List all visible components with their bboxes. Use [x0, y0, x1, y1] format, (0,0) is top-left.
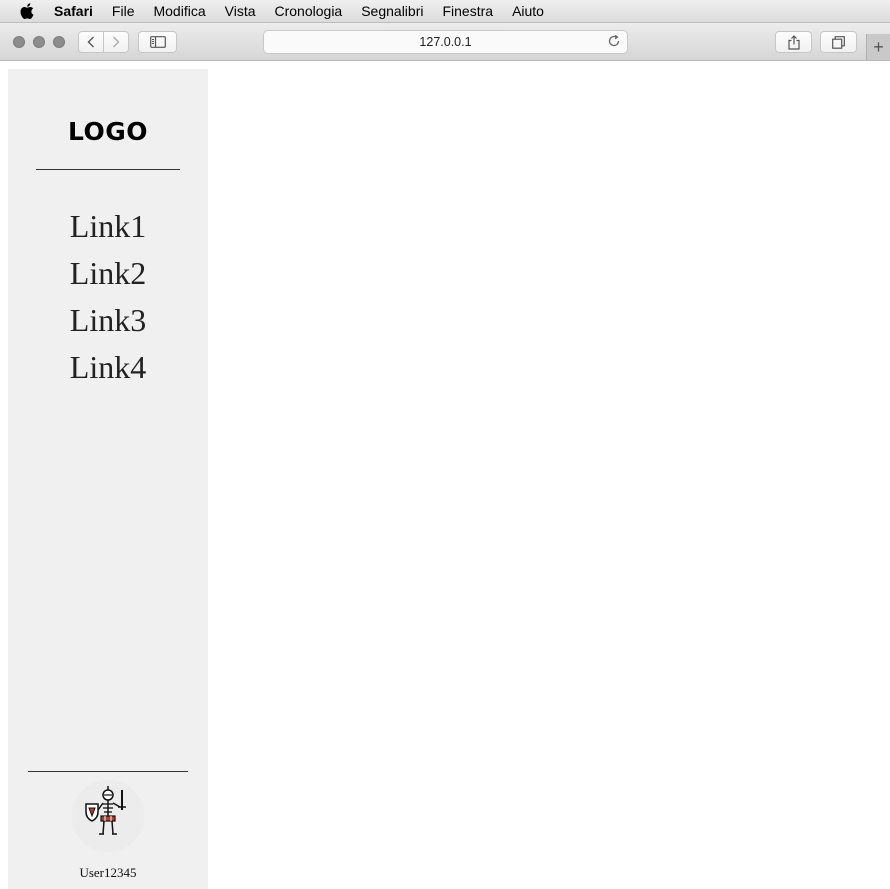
divider: [28, 771, 188, 772]
new-tab-button[interactable]: +: [866, 34, 890, 60]
reload-icon[interactable]: [607, 34, 621, 51]
minimize-window-button[interactable]: [33, 36, 45, 48]
username: User12345: [79, 865, 137, 880]
nav-links: Link1 Link2 Link3 Link4: [8, 203, 208, 391]
divider: [36, 169, 180, 170]
address-bar[interactable]: 127.0.0.1: [263, 30, 628, 54]
menu-app-name[interactable]: Safari: [54, 3, 93, 19]
menu-cronologia[interactable]: Cronologia: [275, 3, 343, 19]
share-icon: [787, 34, 800, 50]
chevron-right-icon: [113, 36, 120, 48]
chevron-left-icon: [87, 36, 94, 48]
plus-icon: +: [873, 36, 884, 57]
nav-link-3[interactable]: Link3: [8, 297, 208, 344]
sidebar: LOGO Link1 Link2 Link3 Link4 User12345: [8, 69, 208, 889]
nav-link-4[interactable]: Link4: [8, 344, 208, 391]
apple-icon[interactable]: [19, 3, 35, 19]
zoom-window-button[interactable]: [53, 36, 65, 48]
menu-segnalibri[interactable]: Segnalibri: [361, 3, 423, 19]
menu-bar: Safari File Modifica Vista Cronologia Se…: [0, 0, 890, 23]
close-window-button[interactable]: [13, 36, 25, 48]
menu-aiuto[interactable]: Aiuto: [512, 3, 544, 19]
main-content: [208, 62, 890, 889]
menu-vista[interactable]: Vista: [225, 3, 256, 19]
forward-button[interactable]: [103, 31, 129, 53]
sidebar-toggle-button[interactable]: [138, 31, 177, 53]
menu-finestra[interactable]: Finestra: [442, 3, 493, 19]
avatar[interactable]: [72, 780, 144, 852]
skeleton-knight-icon: [85, 786, 126, 835]
share-button[interactable]: [775, 31, 812, 53]
menu-modifica[interactable]: Modifica: [153, 3, 205, 19]
nav-link-2[interactable]: Link2: [8, 250, 208, 297]
back-button[interactable]: [78, 31, 104, 53]
tabs-overview-button[interactable]: [820, 31, 857, 53]
tabs-icon: [832, 35, 845, 49]
nav-link-1[interactable]: Link1: [8, 203, 208, 250]
browser-toolbar: 127.0.0.1 +: [0, 23, 890, 61]
sidebar-icon: [149, 36, 166, 48]
address-url: 127.0.0.1: [419, 35, 472, 49]
logo[interactable]: LOGO: [8, 117, 208, 146]
menu-file[interactable]: File: [112, 3, 135, 19]
